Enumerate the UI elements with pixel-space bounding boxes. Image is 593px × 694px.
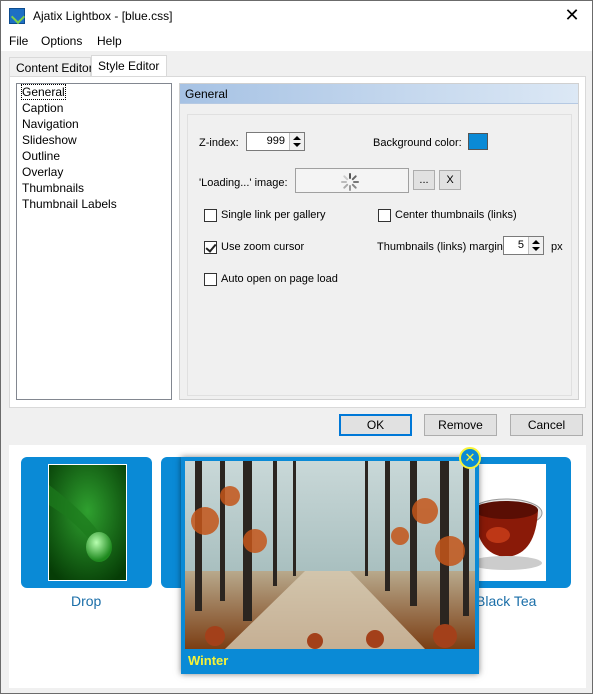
auto-open-checkbox[interactable] <box>204 273 217 286</box>
list-item-slideshow[interactable]: Slideshow <box>17 132 171 148</box>
zindex-spin-arrows[interactable] <box>289 133 304 150</box>
tab-style-editor[interactable]: Style Editor <box>91 55 167 77</box>
zindex-stepper[interactable]: 999 <box>246 132 305 151</box>
spin-up-icon[interactable] <box>293 136 301 140</box>
list-item-navigation[interactable]: Navigation <box>17 116 171 132</box>
thumbnail-margin-value[interactable]: 5 <box>518 239 524 251</box>
spin-up-icon[interactable] <box>532 240 540 244</box>
general-settings-pane: General Z-index: 999 Background color: '… <box>179 83 579 400</box>
loading-image-preview <box>295 168 409 193</box>
menu-bar: File Options Help <box>1 31 592 51</box>
general-settings-group: Z-index: 999 Background color: 'Loading.… <box>187 114 572 396</box>
spin-down-icon[interactable] <box>293 143 301 147</box>
black-tea-image <box>468 465 545 580</box>
zoom-cursor-label: Use zoom cursor <box>221 241 305 253</box>
lightbox-popup: Winter <box>181 457 479 674</box>
app-logo-icon <box>9 8 25 24</box>
margin-unit-label: px <box>551 241 563 253</box>
remove-button[interactable]: Remove <box>424 414 497 436</box>
zindex-value[interactable]: 999 <box>267 135 285 147</box>
leaf-drop-image <box>49 465 126 580</box>
single-link-label: Single link per gallery <box>221 209 326 221</box>
winter-forest-image <box>185 461 475 649</box>
lightbox-close-icon[interactable]: ✕ <box>459 447 481 469</box>
menu-file[interactable]: File <box>9 34 28 48</box>
style-section-list[interactable]: General Caption Navigation Slideshow Out… <box>16 83 172 400</box>
cancel-button[interactable]: Cancel <box>510 414 583 436</box>
clear-image-button[interactable]: X <box>439 170 461 190</box>
close-icon[interactable]: ✕ <box>562 5 582 25</box>
center-thumbnails-label: Center thumbnails (links) <box>395 209 517 221</box>
tab-content-editor[interactable]: Content Editor <box>9 57 93 77</box>
thumbnail-margin-label: Thumbnails (links) margin: <box>377 241 506 253</box>
app-window: Ajatix Lightbox - [blue.css] ✕ File Opti… <box>0 0 593 694</box>
browse-image-button[interactable]: ... <box>413 170 435 190</box>
ok-button[interactable]: OK <box>339 414 412 436</box>
menu-help[interactable]: Help <box>97 34 122 48</box>
loading-spinner-icon <box>341 173 359 191</box>
style-editor-panel: General Caption Navigation Slideshow Out… <box>9 76 586 408</box>
lightbox-caption: Winter <box>188 653 229 668</box>
zindex-label: Z-index: <box>199 137 239 149</box>
lightbox-image[interactable] <box>185 461 475 649</box>
thumbnail-caption-black-tea: Black Tea <box>476 593 537 609</box>
list-item-outline[interactable]: Outline <box>17 148 171 164</box>
list-item-general[interactable]: General <box>17 84 171 100</box>
thumbnail-margin-stepper[interactable]: 5 <box>503 236 544 255</box>
margin-spin-arrows[interactable] <box>528 237 543 254</box>
loading-image-label: 'Loading...' image: <box>199 177 288 189</box>
spin-down-icon[interactable] <box>532 247 540 251</box>
style-preview-area: Drop Black Tea Winter ✕ <box>9 445 586 688</box>
auto-open-label: Auto open on page load <box>221 273 338 285</box>
list-item-overlay[interactable]: Overlay <box>17 164 171 180</box>
thumbnail-card-drop[interactable] <box>21 457 152 588</box>
thumbnail-drop-image <box>48 464 127 581</box>
list-item-thumbnail-labels[interactable]: Thumbnail Labels <box>17 196 171 212</box>
center-thumbnails-checkbox[interactable] <box>378 209 391 222</box>
thumbnail-caption-drop: Drop <box>71 593 102 609</box>
menu-options[interactable]: Options <box>41 34 82 48</box>
zoom-cursor-checkbox[interactable] <box>204 241 217 254</box>
single-link-checkbox[interactable] <box>204 209 217 222</box>
section-header: General <box>180 84 578 104</box>
title-bar: Ajatix Lightbox - [blue.css] ✕ <box>1 1 592 31</box>
list-item-caption[interactable]: Caption <box>17 100 171 116</box>
background-color-swatch[interactable] <box>468 133 488 150</box>
background-color-label: Background color: <box>373 137 462 149</box>
list-item-thumbnails[interactable]: Thumbnails <box>17 180 171 196</box>
window-title: Ajatix Lightbox - [blue.css] <box>33 9 173 23</box>
